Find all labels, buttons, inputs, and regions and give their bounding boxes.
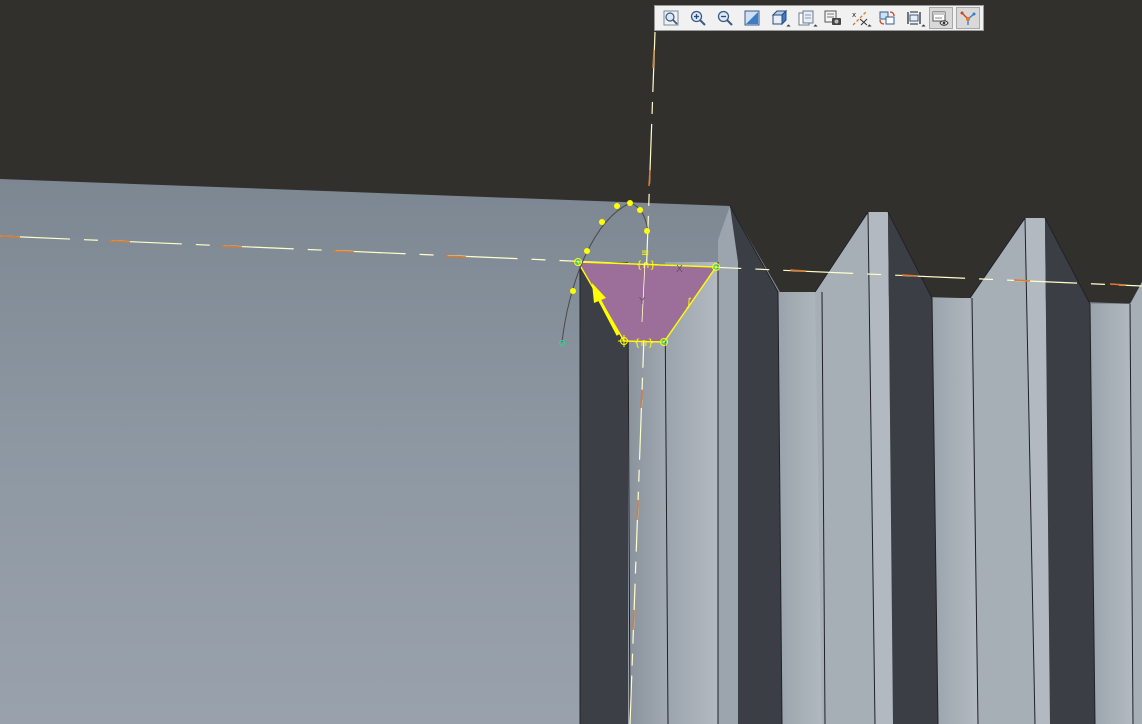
dropdown-caret-icon xyxy=(785,24,791,29)
zoom-out-icon xyxy=(717,10,733,26)
view-orientation-cube-icon xyxy=(771,9,787,26)
zoom-in-icon xyxy=(690,10,706,26)
axis-y-label: Y xyxy=(638,296,646,307)
graphics-viewport[interactable]: {∩} {∩} ∫ ≡ X Y xyxy=(0,0,1142,724)
view-orientation-button[interactable] xyxy=(767,7,791,29)
datum-display-icon: x xyxy=(852,10,867,26)
refit-button[interactable] xyxy=(875,7,899,29)
constraints-display-button[interactable] xyxy=(955,7,980,29)
display-style-button[interactable] xyxy=(794,7,818,29)
saved-views-button[interactable] xyxy=(821,7,845,29)
refit-icon xyxy=(878,11,895,25)
saved-views-camera-icon xyxy=(824,10,841,25)
constraint-horizontal-bottom[interactable]: {∩} xyxy=(634,338,654,349)
zoom-fit-icon xyxy=(663,10,678,26)
constraint-horizontal-top[interactable]: {∩} xyxy=(636,260,656,271)
datum-display-button[interactable]: x xyxy=(848,7,872,29)
dropdown-caret-icon xyxy=(866,24,872,29)
normal-view-button[interactable] xyxy=(740,7,764,29)
sketch-settings-button[interactable] xyxy=(902,7,926,29)
in-graphics-toolbar: x xyxy=(654,5,984,31)
display-style-icon xyxy=(798,10,813,26)
sketch-settings-icon xyxy=(906,11,921,25)
svg-text:x: x xyxy=(852,11,856,19)
sketcher-display-button[interactable] xyxy=(928,7,953,29)
constraint-top-marker[interactable]: ≡ xyxy=(641,248,649,259)
constraints-display-icon xyxy=(960,11,975,25)
sketcher-display-icon xyxy=(932,11,949,26)
zoom-fit-button[interactable] xyxy=(659,7,683,29)
zoom-out-button[interactable] xyxy=(713,7,737,29)
dropdown-caret-icon xyxy=(812,24,818,29)
dropdown-caret-icon xyxy=(920,24,926,29)
constraint-slant[interactable]: ∫ xyxy=(686,296,692,309)
normal-view-icon xyxy=(744,10,759,26)
axis-x-label: X xyxy=(676,264,683,275)
zoom-in-button[interactable] xyxy=(686,7,710,29)
